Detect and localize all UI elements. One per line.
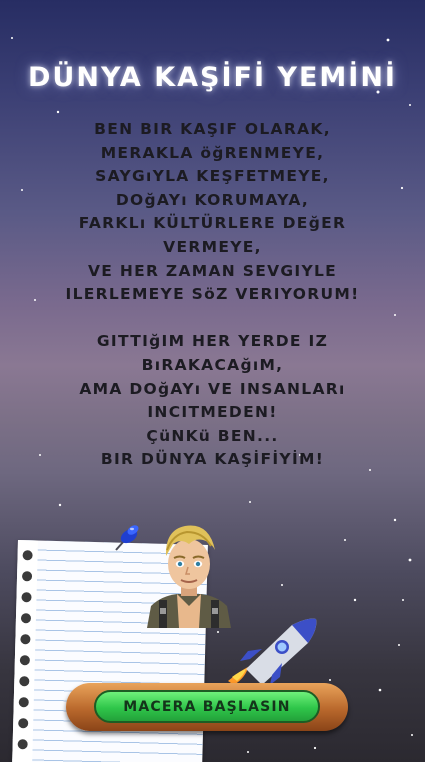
oath-line: VE HER ZAMAN SEVGIYLE — [87, 261, 338, 280]
oath-line: VERMEYE, — [163, 237, 262, 256]
paper-hole — [18, 718, 29, 729]
oath-line: BIR DÜNYA KAŞİFİYİM! — [100, 450, 325, 469]
explorer-character — [147, 525, 231, 628]
oath-spacer — [30, 307, 395, 331]
oath-line: FARKLı KÜLTÜRLERE DEğER — [78, 214, 347, 233]
paper-hole — [19, 655, 30, 666]
oath-line: MERAKLA öğRENMEYE, — [100, 143, 325, 162]
oath-line: AMA DOğAYı VE INSANLARı — [79, 379, 346, 398]
paper-hole — [18, 697, 29, 708]
oath-line: BıRAKACAğıM, — [141, 355, 284, 374]
oath-line: ILERLEMEYE SöZ VERIYORUM! — [65, 285, 360, 304]
oath-line: INCITMEDEN! — [147, 403, 278, 422]
paper-hole — [19, 676, 30, 687]
start-adventure-button[interactable]: MACERA BAŞLASIN — [94, 690, 320, 723]
paper-hole — [20, 613, 32, 624]
paper-hole — [21, 571, 33, 582]
paper-hole — [20, 634, 31, 645]
oath-line: DOğAYı KORUMAYA, — [115, 190, 310, 209]
page-title: DÜNYA KAŞİFİ YEMİNİ — [28, 62, 397, 93]
paper-hole — [21, 592, 32, 603]
rocket-icon — [228, 618, 317, 685]
oath-line: SAYGıYLA KEŞFETMEYE, — [95, 167, 330, 186]
oath-text: BEN BIR KAŞIF OLARAK, MERAKLA öğRENMEYE,… — [30, 118, 395, 472]
oath-screen: DÜNYA KAŞİFİ YEMİNİ BEN BIR KAŞIF OLARAK… — [0, 0, 425, 762]
paper-hole — [17, 739, 28, 750]
oath-line: ÇüNKü BEN... — [146, 426, 279, 445]
start-button-frame: MACERA BAŞLASIN — [66, 683, 348, 731]
oath-line: GITTIğIM HER YERDE IZ — [96, 332, 329, 351]
paper-hole — [22, 550, 33, 561]
oath-line: BEN BIR KAŞIF OLARAK, — [94, 120, 331, 138]
